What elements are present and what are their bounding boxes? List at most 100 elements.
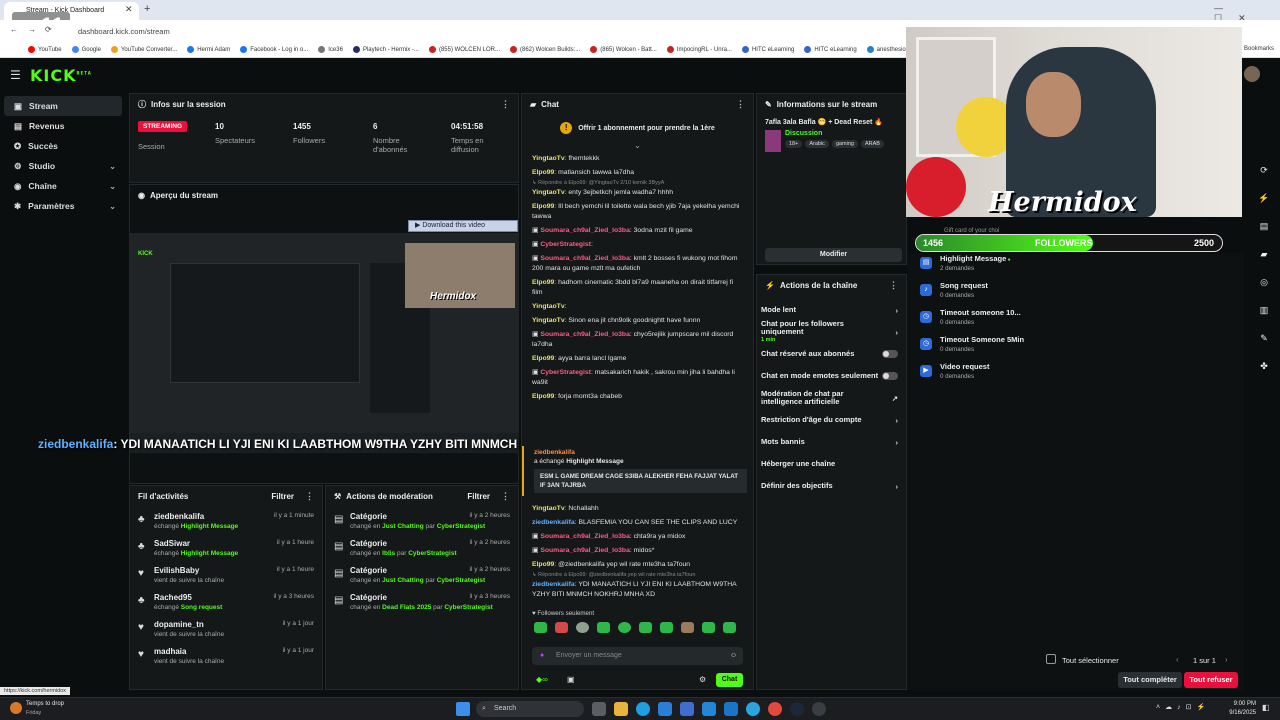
emote-icon[interactable] [534, 622, 547, 633]
complete-all-button[interactable]: Tout compléter [1118, 672, 1182, 688]
redemption-item[interactable]: ♪ Song request 0 demandes [908, 281, 1244, 308]
emote-bar[interactable] [522, 619, 753, 636]
bookmark-item[interactable]: Facebook - Log in o... [240, 46, 308, 53]
chat-username[interactable]: Soumara_ch9al_Zied_lo3ba [540, 331, 630, 338]
emoji-icon[interactable]: ☺ [730, 647, 737, 665]
user-avatar[interactable] [1244, 66, 1260, 82]
store-icon[interactable] [658, 702, 672, 716]
chat-username[interactable]: Elpo99 [532, 203, 554, 210]
edge-icon[interactable] [636, 702, 650, 716]
tray-icons[interactable]: ˄☁♪⊡⚡ [1156, 703, 1210, 711]
obs-icon[interactable] [812, 702, 826, 716]
chrome-icon[interactable] [768, 702, 782, 716]
chat-username[interactable]: YingtaoTv [532, 303, 565, 310]
steam-icon[interactable] [790, 702, 804, 716]
weather-icon[interactable] [10, 702, 22, 714]
sidebar-item-stream[interactable]: ▣ Stream [4, 96, 122, 116]
bookmark-item[interactable]: Hermi Adam [187, 46, 230, 53]
sidebar-item-succes[interactable]: ✪ Succès [4, 136, 122, 156]
chat-send-button[interactable]: Chat [716, 673, 743, 687]
bookmark-item[interactable]: HITC eLearning [741, 46, 794, 53]
category-name[interactable]: Discussion [785, 130, 906, 137]
chat-username[interactable]: Elpo99 [532, 561, 554, 568]
redemption-item[interactable]: ▶ Video request 0 demandes [908, 362, 1244, 389]
bookmark-item[interactable]: Ice36 [318, 46, 343, 53]
bookmark-item[interactable]: ImpocingRL - Unra... [666, 46, 732, 53]
more-icon[interactable]: ⋮ [889, 280, 898, 291]
chat-username[interactable]: Soumara_ch9al_Zied_lo3ba [540, 547, 630, 554]
chat-username[interactable]: Elpo99 [532, 393, 554, 400]
bookmark-item[interactable]: (865) Wolcen - Batt... [590, 46, 657, 53]
start-icon[interactable] [456, 702, 470, 716]
mail-icon[interactable] [724, 702, 738, 716]
bookmark-item[interactable]: YouTube Converter... [110, 46, 177, 53]
back-icon[interactable]: ← [10, 25, 18, 34]
moderation-moderator[interactable]: CyberStrategist [444, 604, 492, 611]
toggle-switch[interactable] [882, 372, 898, 380]
sidebar-item-studio[interactable]: ⚙ Studio ⌄ [4, 156, 122, 176]
chat-username[interactable]: YingtaoTv [532, 317, 565, 324]
channel-action-item[interactable]: Chat réservé aux abonnés [757, 343, 906, 365]
emote-icon[interactable] [723, 622, 736, 633]
bookmark-item[interactable]: (855) WOLCEN LOR... [428, 46, 500, 53]
wrench-icon[interactable]: ✎ [1254, 328, 1274, 348]
chat-username[interactable]: Elpo99 [532, 355, 554, 362]
reject-all-button[interactable]: Tout refuser [1184, 672, 1238, 688]
forward-icon[interactable]: → [28, 25, 36, 34]
modify-button[interactable]: Modifier [765, 248, 902, 262]
emote-icon[interactable] [555, 622, 568, 633]
bookmark-item[interactable]: HITC eLearning [804, 46, 857, 53]
moderation-moderator[interactable]: CyberStrategist [408, 550, 456, 557]
chat-username[interactable]: YingtaoTv [532, 155, 565, 162]
chat-username[interactable]: Elpo99 [532, 169, 554, 176]
channel-action-item[interactable]: Définir des objectifs › [757, 475, 906, 497]
bookmark-item[interactable]: YouTube [28, 46, 62, 53]
chat-username[interactable]: Soumara_ch9al_Zied_lo3ba [540, 227, 630, 234]
sidebar-item-chaine[interactable]: ◉ Chaîne ⌄ [4, 176, 122, 196]
tag-chip[interactable]: 18+ [785, 140, 803, 148]
file-icon[interactable]: ▤ [1254, 216, 1274, 236]
emote-icon[interactable] [702, 622, 715, 633]
moderation-moderator[interactable]: CyberStrategist [437, 577, 485, 584]
chat-rail-icon[interactable]: ▰ [1254, 244, 1274, 264]
chat-username[interactable]: ziedbenkalifa [532, 581, 575, 588]
channel-action-item[interactable]: Chat en mode emotes seulement [757, 365, 906, 387]
page-prev-icon[interactable]: ‹ [1176, 655, 1179, 664]
page-next-icon[interactable]: › [1225, 655, 1228, 664]
redemption-item[interactable]: ◷ Timeout someone 10... 0 demandes [908, 308, 1244, 335]
toggle-switch[interactable] [882, 350, 898, 358]
broadcast-icon[interactable]: ◎ [1254, 272, 1274, 292]
bookmark-item[interactable]: (862) Wolcen Builds:... [509, 46, 580, 53]
chat-input[interactable]: ● Envoyer un message ☺ [532, 647, 743, 665]
channel-action-item[interactable]: Mode lent › [757, 299, 906, 321]
new-tab-icon[interactable]: + [144, 3, 150, 15]
emote-icon[interactable] [639, 622, 652, 633]
apps-icon[interactable]: ✤ [1254, 356, 1274, 376]
taskbar-search[interactable]: ⌕ Search [476, 701, 584, 717]
more-icon[interactable]: ⋮ [501, 99, 510, 110]
reload-icon[interactable]: ⟳ [45, 25, 52, 34]
chat-username[interactable]: CyberStrategist [540, 241, 591, 248]
kick-logo[interactable]: KICKBETA [30, 66, 92, 85]
channel-action-item[interactable]: Héberger une chaîne [757, 453, 906, 475]
chat-tools-icon[interactable]: ◆∞ [536, 675, 548, 684]
chat-username[interactable]: Elpo99 [532, 279, 554, 286]
menu-icon[interactable]: ☰ [10, 68, 21, 82]
chat-collapse-icon[interactable]: ⌄ [522, 142, 753, 150]
more-icon[interactable]: ⋮ [305, 491, 314, 502]
sidebar-item-parametres[interactable]: ✱ Paramètres ⌄ [4, 196, 122, 216]
power-icon[interactable]: ⚡ [1254, 188, 1274, 208]
emote-icon[interactable] [618, 622, 631, 633]
task-view-icon[interactable] [592, 702, 606, 716]
emote-icon[interactable] [681, 622, 694, 633]
notification-icon[interactable]: ◧ [1262, 703, 1270, 712]
sidebar-item-revenus[interactable]: ▤ Revenus [4, 116, 122, 136]
gift-icon[interactable]: ▣ [567, 675, 575, 684]
microphone-icon[interactable]: ● [540, 647, 544, 665]
bookmark-item[interactable]: Google [71, 46, 101, 53]
emote-icon[interactable] [576, 622, 589, 633]
chat-username[interactable]: Soumara_ch9al_Zied_lo3ba [540, 533, 630, 540]
server-icon[interactable]: ▥ [1254, 300, 1274, 320]
channel-action-item[interactable]: Restriction d'âge du compte › [757, 409, 906, 431]
tag-chip[interactable]: Arabic [805, 140, 829, 148]
